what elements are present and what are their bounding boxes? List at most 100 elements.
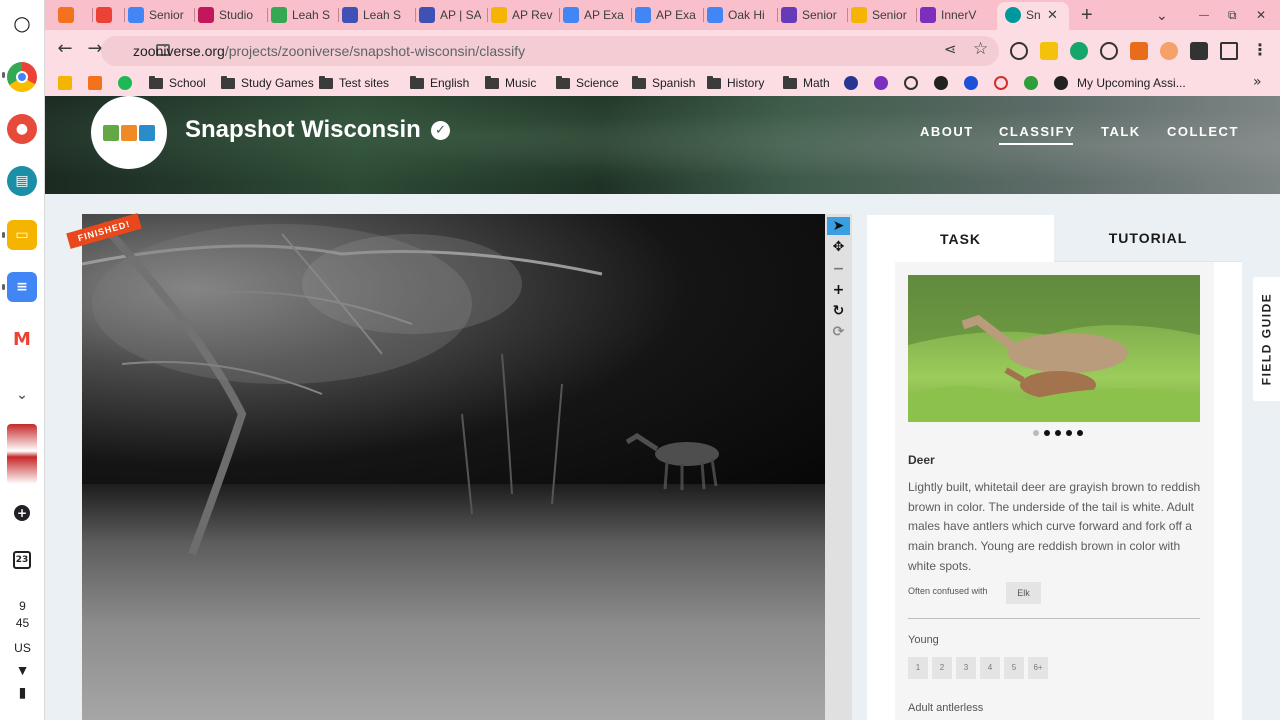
carousel-dot[interactable]: [1055, 430, 1061, 436]
bookmark-folder[interactable]: School: [149, 75, 206, 91]
browser-tab[interactable]: Studio: [198, 4, 262, 26]
extensions-puzzle-icon[interactable]: [1190, 42, 1208, 60]
tab-separator: [415, 8, 416, 22]
docs-app-icon[interactable]: ≡: [7, 272, 37, 302]
bookmark-folder[interactable]: Math: [783, 75, 830, 91]
young-option[interactable]: 2: [932, 657, 952, 679]
launcher-circle-icon[interactable]: ○: [7, 8, 37, 38]
bookmark-link[interactable]: My Upcoming Assi...: [1077, 75, 1186, 91]
paint-app-icon[interactable]: ●: [7, 114, 37, 144]
avatar[interactable]: [7, 424, 37, 484]
bookmark-globe2-icon[interactable]: [1054, 76, 1068, 90]
url-text[interactable]: zooniverse.org/projects/zooniverse/snaps…: [133, 43, 525, 59]
nav-classify[interactable]: CLASSIFY: [999, 124, 1075, 139]
classroom-icon[interactable]: ▤: [7, 166, 37, 196]
chrome-icon[interactable]: [7, 62, 37, 92]
browser-tab[interactable]: Leah S: [342, 4, 404, 26]
sun-logo-icon: [121, 124, 137, 141]
bookmark-folder[interactable]: Study Games: [221, 75, 314, 91]
zoom-out-icon[interactable]: −: [827, 260, 850, 278]
bookmark-folder[interactable]: English: [410, 75, 469, 91]
bookmark-dollar-icon[interactable]: [1024, 76, 1038, 90]
young-option[interactable]: 6+: [1028, 657, 1048, 679]
bookmark-globe-icon[interactable]: [934, 76, 948, 90]
browser-tab[interactable]: AP Exa: [563, 4, 625, 26]
bookmark-folder[interactable]: Music: [485, 75, 536, 91]
young-option[interactable]: 3: [956, 657, 976, 679]
gmail-app-icon[interactable]: M: [7, 324, 37, 354]
extension-megaphone-icon[interactable]: [1130, 42, 1148, 60]
bookmark-dots-icon[interactable]: [874, 76, 888, 90]
browser-tab[interactable]: AP Rev: [491, 4, 553, 26]
browser-tab[interactable]: InnerV: [920, 4, 982, 26]
new-tab-button[interactable]: +: [1081, 4, 1093, 26]
header-background-image: [45, 96, 1280, 194]
bookmark-folder[interactable]: Test sites: [319, 75, 389, 91]
move-icon[interactable]: ✥: [827, 238, 850, 256]
close-tab-icon[interactable]: ✕: [1047, 4, 1058, 26]
young-option[interactable]: 1: [908, 657, 928, 679]
extension-a-icon[interactable]: [1010, 42, 1028, 60]
subject-viewer[interactable]: [82, 214, 825, 720]
nav-talk[interactable]: TALK: [1101, 124, 1141, 139]
project-title[interactable]: Snapshot Wisconsin: [185, 116, 421, 144]
extension-yellow-icon[interactable]: [1040, 42, 1058, 60]
carousel-dot[interactable]: [1077, 430, 1083, 436]
browser-tab[interactable]: [58, 4, 82, 26]
battery-icon[interactable]: ▮: [0, 684, 45, 701]
bookmark-moon-icon[interactable]: [844, 76, 858, 90]
bookmark-home-icon[interactable]: [88, 76, 102, 90]
bookmark-folder[interactable]: Spanish: [632, 75, 695, 91]
keyboard-layout[interactable]: US: [0, 641, 45, 655]
browser-tab[interactable]: Oak Hi: [707, 4, 769, 26]
browser-tab[interactable]: Senior: [851, 4, 913, 26]
tab-tutorial[interactable]: TUTORIAL: [1054, 215, 1242, 262]
extension-orange-icon[interactable]: [1160, 42, 1178, 60]
nav-about[interactable]: ABOUT: [920, 124, 974, 139]
browser-tab[interactable]: AP Exa: [635, 4, 697, 26]
wifi-icon[interactable]: ▼: [0, 662, 45, 678]
menu-icon[interactable]: ⋮: [1252, 40, 1268, 59]
share-icon[interactable]: ⋖: [944, 40, 957, 58]
extension-grammarly-icon[interactable]: [1070, 42, 1088, 60]
carousel-dot[interactable]: [1066, 430, 1072, 436]
nav-collect[interactable]: COLLECT: [1167, 124, 1239, 139]
browser-tab[interactable]: [96, 4, 120, 26]
young-option[interactable]: 5: [1004, 657, 1024, 679]
browser-tab[interactable]: Senior: [781, 4, 843, 26]
rotate-icon[interactable]: ↻: [827, 302, 850, 320]
field-guide-button[interactable]: FIELD GUIDE: [1253, 277, 1280, 401]
extension-wand-icon[interactable]: [1100, 42, 1118, 60]
back-button[interactable]: ←: [54, 39, 76, 61]
reset-icon[interactable]: ⟳: [827, 323, 850, 341]
bookmark-folder[interactable]: Science: [556, 75, 619, 91]
side-panel-icon[interactable]: [1220, 42, 1238, 60]
browser-tab[interactable]: Senior: [128, 4, 190, 26]
project-logo[interactable]: [91, 96, 167, 169]
tab-task[interactable]: TASK: [867, 215, 1054, 262]
bookmark-shield-icon[interactable]: [904, 76, 918, 90]
bookmark-star-icon[interactable]: ☆: [973, 39, 988, 59]
bookmark-slides-icon[interactable]: [58, 76, 72, 90]
calendar-icon[interactable]: 23: [7, 545, 37, 575]
pointer-icon[interactable]: ➤: [827, 217, 850, 235]
bookmark-blue-icon[interactable]: [964, 76, 978, 90]
slides-app-icon[interactable]: ▭: [7, 220, 37, 250]
minimize-button[interactable]: —: [1199, 4, 1209, 26]
bookmark-ring-icon[interactable]: [994, 76, 1008, 90]
tab-search-button[interactable]: ⌄: [1156, 4, 1168, 26]
confused-with-elk-button[interactable]: Elk: [1006, 582, 1041, 604]
bookmark-spotify-icon[interactable]: [118, 76, 132, 90]
bookmark-folder[interactable]: History: [707, 75, 764, 91]
carousel-dot[interactable]: [1033, 430, 1039, 436]
young-option[interactable]: 4: [980, 657, 1000, 679]
close-window-button[interactable]: ✕: [1256, 4, 1266, 26]
add-icon[interactable]: +: [7, 498, 37, 528]
browser-tab[interactable]: Leah S: [271, 4, 333, 26]
browser-tab[interactable]: AP | SA: [419, 4, 481, 26]
bookmarks-overflow-icon[interactable]: »: [1253, 74, 1262, 90]
chevron-down-icon[interactable]: ⌄: [7, 380, 37, 410]
restore-button[interactable]: ⧉: [1228, 4, 1237, 26]
carousel-dot[interactable]: [1044, 430, 1050, 436]
zoom-in-icon[interactable]: +: [827, 281, 850, 299]
